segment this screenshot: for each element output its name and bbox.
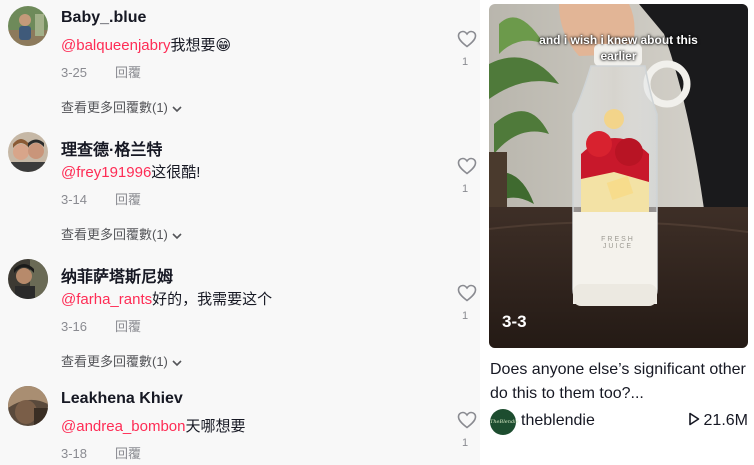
play-count-value: 21.6M bbox=[703, 412, 748, 429]
video-caption-line-2: earlier bbox=[600, 49, 637, 63]
mention-link[interactable]: @andrea_bombon bbox=[61, 418, 185, 435]
bottle-label-line-1: FRESH bbox=[601, 236, 635, 243]
comments-panel: Baby_.blue @balqueenjabry我想要😁 3-25 回覆 查看更… bbox=[0, 0, 480, 465]
video-caption-line-1: and i wish i knew about this bbox=[539, 33, 698, 47]
comment-date: 3-18 bbox=[61, 446, 88, 461]
video-date-overlay: 3-3 bbox=[502, 312, 527, 331]
comment-body: 好的，我需要这个 bbox=[152, 291, 273, 308]
author-avatar-logo: TheBlendie bbox=[490, 419, 519, 425]
comment-meta: 3-25 回覆 bbox=[61, 62, 141, 81]
view-more-replies[interactable]: 查看更多回覆數(1) bbox=[61, 97, 183, 116]
comment-meta: 3-18 回覆 bbox=[61, 443, 141, 462]
avatar[interactable] bbox=[8, 6, 48, 46]
comment-text: @andrea_bombon天哪想要 bbox=[61, 415, 246, 436]
like-count: 1 bbox=[462, 56, 469, 68]
play-icon bbox=[688, 412, 699, 426]
comment-body: 我想要 bbox=[170, 37, 216, 54]
grin-emoji: 😁 bbox=[215, 37, 232, 54]
heart-icon bbox=[457, 157, 477, 175]
like-count: 1 bbox=[462, 437, 469, 449]
bottle-label: FRESH JUICE bbox=[576, 236, 660, 250]
view-more-label: 查看更多回覆數(1) bbox=[61, 227, 168, 242]
author-name[interactable]: theblendie bbox=[521, 412, 595, 430]
comment-username[interactable]: Baby_.blue bbox=[61, 9, 146, 27]
comment-username[interactable]: 理查德·格兰特 bbox=[61, 136, 162, 160]
view-more-label: 查看更多回覆數(1) bbox=[61, 354, 168, 369]
like-button[interactable] bbox=[457, 284, 479, 307]
comment-text: @farha_rants好的，我需要这个 bbox=[61, 288, 272, 309]
reply-button[interactable]: 回覆 bbox=[115, 65, 141, 80]
avatar[interactable] bbox=[8, 386, 48, 426]
comment-body: 天哪想要 bbox=[185, 418, 246, 435]
view-more-replies[interactable]: 查看更多回覆數(1) bbox=[61, 224, 183, 243]
comment-text: @frey191996这很酷! bbox=[61, 161, 200, 182]
like-button[interactable] bbox=[457, 411, 479, 434]
comment-item: Leakhena Khiev @andrea_bombon天哪想要 3-18 回覆… bbox=[0, 381, 480, 465]
reply-button[interactable]: 回覆 bbox=[115, 446, 141, 461]
heart-icon bbox=[457, 284, 477, 302]
reply-button[interactable]: 回覆 bbox=[115, 192, 141, 207]
like-button[interactable] bbox=[457, 157, 479, 180]
video-description[interactable]: Does anyone else’s significant other do … bbox=[490, 358, 748, 406]
like-count: 1 bbox=[462, 183, 469, 195]
reply-button[interactable]: 回覆 bbox=[115, 319, 141, 334]
comment-item: Baby_.blue @balqueenjabry我想要😁 3-25 回覆 查看更… bbox=[0, 0, 480, 127]
chevron-down-icon bbox=[172, 359, 182, 366]
comment-text: @balqueenjabry我想要😁 bbox=[61, 34, 231, 55]
comment-date: 3-16 bbox=[61, 319, 88, 334]
heart-icon bbox=[457, 30, 477, 48]
author-row: TheBlendie theblendie 21.6M bbox=[490, 409, 748, 435]
view-more-label: 查看更多回覆數(1) bbox=[61, 100, 168, 115]
comment-meta: 3-14 回覆 bbox=[61, 189, 141, 208]
mention-link[interactable]: @balqueenjabry bbox=[61, 37, 170, 54]
heart-icon bbox=[457, 411, 477, 429]
avatar[interactable] bbox=[8, 259, 48, 299]
chevron-down-icon bbox=[172, 232, 182, 239]
mention-link[interactable]: @frey191996 bbox=[61, 164, 151, 181]
like-button[interactable] bbox=[457, 30, 479, 53]
play-count: 21.6M bbox=[688, 412, 748, 430]
comment-body: 这很酷! bbox=[151, 164, 201, 181]
bottle-label-line-2: JUICE bbox=[602, 243, 634, 250]
comment-item: 理查德·格兰特 @frey191996这很酷! 3-14 回覆 查看更多回覆數(1… bbox=[0, 127, 480, 254]
comment-meta: 3-16 回覆 bbox=[61, 316, 141, 335]
like-count: 1 bbox=[462, 310, 469, 322]
video-thumbnail[interactable]: and i wish i knew about this earlier FRE… bbox=[489, 4, 748, 348]
chevron-down-icon bbox=[172, 105, 182, 112]
mention-link[interactable]: @farha_rants bbox=[61, 291, 152, 308]
comment-username[interactable]: 纳菲萨塔斯尼姆 bbox=[61, 263, 173, 287]
comment-date: 3-25 bbox=[61, 65, 88, 80]
comment-item: 纳菲萨塔斯尼姆 @farha_rants好的，我需要这个 3-16 回覆 查看更多… bbox=[0, 254, 480, 381]
comment-username[interactable]: Leakhena Khiev bbox=[61, 390, 183, 408]
comment-date: 3-14 bbox=[61, 192, 88, 207]
view-more-replies[interactable]: 查看更多回覆數(1) bbox=[61, 351, 183, 370]
avatar[interactable] bbox=[8, 132, 48, 172]
author-avatar[interactable]: TheBlendie bbox=[490, 409, 519, 435]
